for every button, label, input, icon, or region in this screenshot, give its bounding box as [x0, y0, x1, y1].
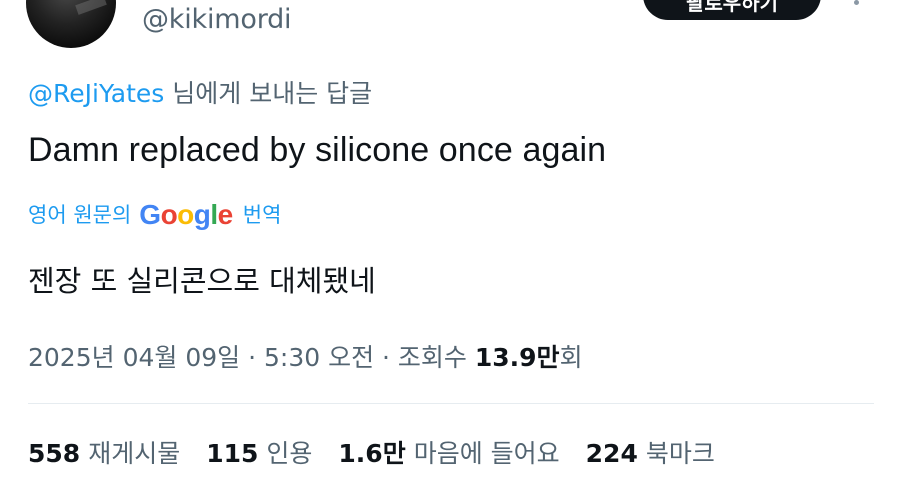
- stat-count: 1.6만: [338, 439, 406, 468]
- stat-label: 마음에 들어요: [413, 439, 560, 468]
- stat-quotes[interactable]: 115 인용: [206, 434, 312, 470]
- reply-context: @ReJiYates 님에게 보내는 답글: [28, 74, 372, 110]
- tweet-date[interactable]: 2025년 04월 09일: [28, 343, 240, 372]
- google-logo: Google: [139, 199, 233, 230]
- reply-suffix: 님에게 보내는 답글: [164, 79, 373, 108]
- views-label: 조회수: [397, 343, 475, 372]
- engagement-stats: 558 재게시물 115 인용 1.6만 마음에 들어요 224 북마크: [28, 434, 741, 470]
- reply-mention-link[interactable]: @ReJiYates: [28, 79, 164, 108]
- translate-suffix: 번역: [242, 203, 282, 227]
- meta-separator: ·: [240, 343, 264, 372]
- meta-separator: ·: [374, 343, 398, 372]
- stat-likes[interactable]: 1.6만 마음에 들어요: [338, 434, 559, 470]
- stat-count: 115: [206, 439, 259, 468]
- views-suffix: 회: [559, 343, 583, 372]
- avatar[interactable]: [26, 0, 116, 48]
- stat-reposts[interactable]: 558 재게시물: [28, 434, 180, 470]
- more-icon[interactable]: [846, 0, 866, 14]
- divider: [28, 403, 874, 404]
- views-count: 13.9만: [474, 343, 560, 372]
- tweet-text: Damn replaced by silicone once again: [28, 131, 607, 169]
- stat-bookmarks[interactable]: 224 북마크: [586, 434, 715, 470]
- user-handle[interactable]: @kikimordi: [142, 4, 292, 35]
- translated-text: 젠장 또 실리콘으로 대체됐네: [28, 264, 376, 298]
- translate-link[interactable]: 영어 원문의 Google 번역: [28, 198, 281, 230]
- follow-button[interactable]: 팔로우하기: [643, 0, 821, 20]
- stat-label: 재게시물: [88, 439, 181, 468]
- stat-count: 224: [585, 439, 638, 468]
- stat-label: 인용: [266, 439, 313, 468]
- stat-count: 558: [28, 439, 81, 468]
- stat-label: 북마크: [645, 439, 715, 468]
- tweet-meta: 2025년 04월 09일 · 5:30 오전 · 조회수 13.9만회: [28, 338, 583, 374]
- translate-prefix: 영어 원문의: [28, 203, 132, 227]
- tweet-time[interactable]: 5:30 오전: [264, 343, 374, 372]
